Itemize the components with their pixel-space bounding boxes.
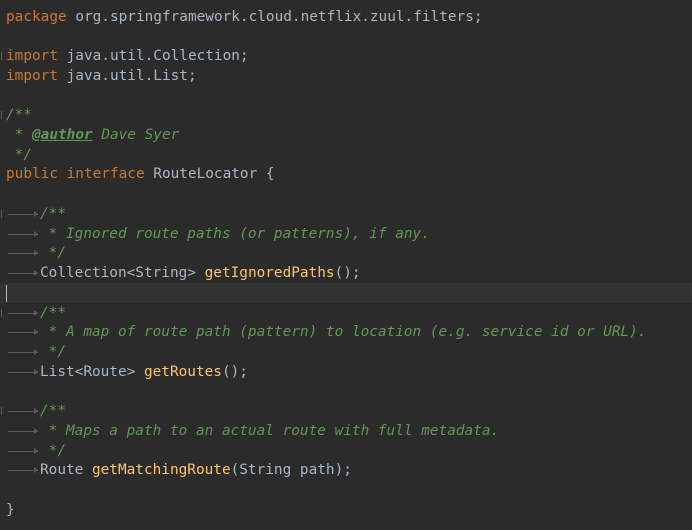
doc-comment: * A map of route path (pattern) to locat… [40,324,647,340]
method-signature: (); [334,265,361,281]
code-line[interactable]: /** [0,204,692,224]
text-caret [6,285,7,302]
indent-arrow-icon [6,243,40,263]
code-line[interactable]: * A map of route path (pattern) to locat… [0,322,692,342]
import-name: java.util.Collection; [57,48,249,64]
code-line[interactable]: List<Route> getRoutes(); [0,362,692,382]
doc-comment: /** [40,403,66,419]
indent-arrow-icon [6,401,40,421]
closing-brace: } [6,502,15,518]
code-line[interactable]: Collection<String> getIgnoredPaths(); [0,263,692,283]
current-line[interactable] [0,283,692,303]
code-line[interactable]: /** [0,401,692,421]
indent-arrow-icon [6,322,40,342]
return-type: Collection<String> [40,265,205,281]
code-line[interactable]: * Ignored route paths (or patterns), if … [0,224,692,244]
fold-marker-icon[interactable] [1,111,6,119]
code-line[interactable]: package org.springframework.cloud.netfli… [0,7,692,27]
method-name[interactable]: getIgnoredPaths [205,265,335,281]
indent-arrow-icon [6,204,40,224]
return-type: List<Route> [40,364,144,380]
package-name: org.springframework.cloud.netflix.zuul.f… [66,9,483,25]
code-line[interactable]: */ [0,243,692,263]
method-signature: (String path); [230,462,352,478]
fold-marker-icon[interactable] [1,309,6,317]
code-line[interactable]: Route getMatchingRoute(String path); [0,460,692,480]
method-signature: (); [221,364,248,380]
method-name[interactable]: getMatchingRoute [92,462,231,478]
author-tag[interactable]: @author [32,127,93,143]
code-line[interactable]: * @author Dave Syer [0,125,692,145]
doc-comment: */ [6,147,32,163]
code-line[interactable]: public interface RouteLocator { [0,164,692,184]
doc-comment: /** [6,107,32,123]
doc-comment: */ [40,245,66,261]
doc-comment: */ [40,344,66,360]
interface-name: RouteLocator { [144,166,275,182]
doc-comment: /** [40,305,66,321]
doc-comment: * Ignored route paths (or patterns), if … [40,226,430,242]
indent-arrow-icon [6,224,40,244]
fold-marker-icon[interactable] [1,407,6,415]
doc-comment: * Maps a path to an actual route with fu… [40,423,500,439]
code-editor[interactable]: package org.springframework.cloud.netfli… [0,0,692,530]
fold-marker-icon[interactable] [1,210,6,218]
indent-arrow-icon [6,460,40,480]
code-line[interactable]: /** [0,303,692,323]
indent-arrow-icon [6,342,40,362]
indent-arrow-icon [6,303,40,323]
code-line[interactable]: * Maps a path to an actual route with fu… [0,421,692,441]
doc-comment: */ [40,443,66,459]
keyword: public [6,166,58,182]
code-line[interactable]: */ [0,145,692,165]
doc-comment: * [6,127,32,143]
author-name: Dave Syer [92,127,180,143]
keyword: interface [57,166,145,182]
code-line[interactable]: /** [0,105,692,125]
fold-marker-icon[interactable] [1,52,6,60]
code-line[interactable]: */ [0,441,692,461]
code-line[interactable]: */ [0,342,692,362]
code-line[interactable]: } [0,500,692,520]
doc-comment: /** [40,206,66,222]
indent-arrow-icon [6,362,40,382]
keyword: import [6,68,58,84]
indent-arrow-icon [6,421,40,441]
code-line[interactable]: import java.util.List; [0,66,692,86]
return-type: Route [40,462,92,478]
indent-arrow-icon [6,263,40,283]
keyword: import [6,48,58,64]
code-line[interactable]: import java.util.Collection; [0,46,692,66]
method-name[interactable]: getRoutes [144,364,222,380]
keyword: package [6,9,67,25]
indent-arrow-icon [6,441,40,461]
import-name: java.util.List; [57,68,197,84]
